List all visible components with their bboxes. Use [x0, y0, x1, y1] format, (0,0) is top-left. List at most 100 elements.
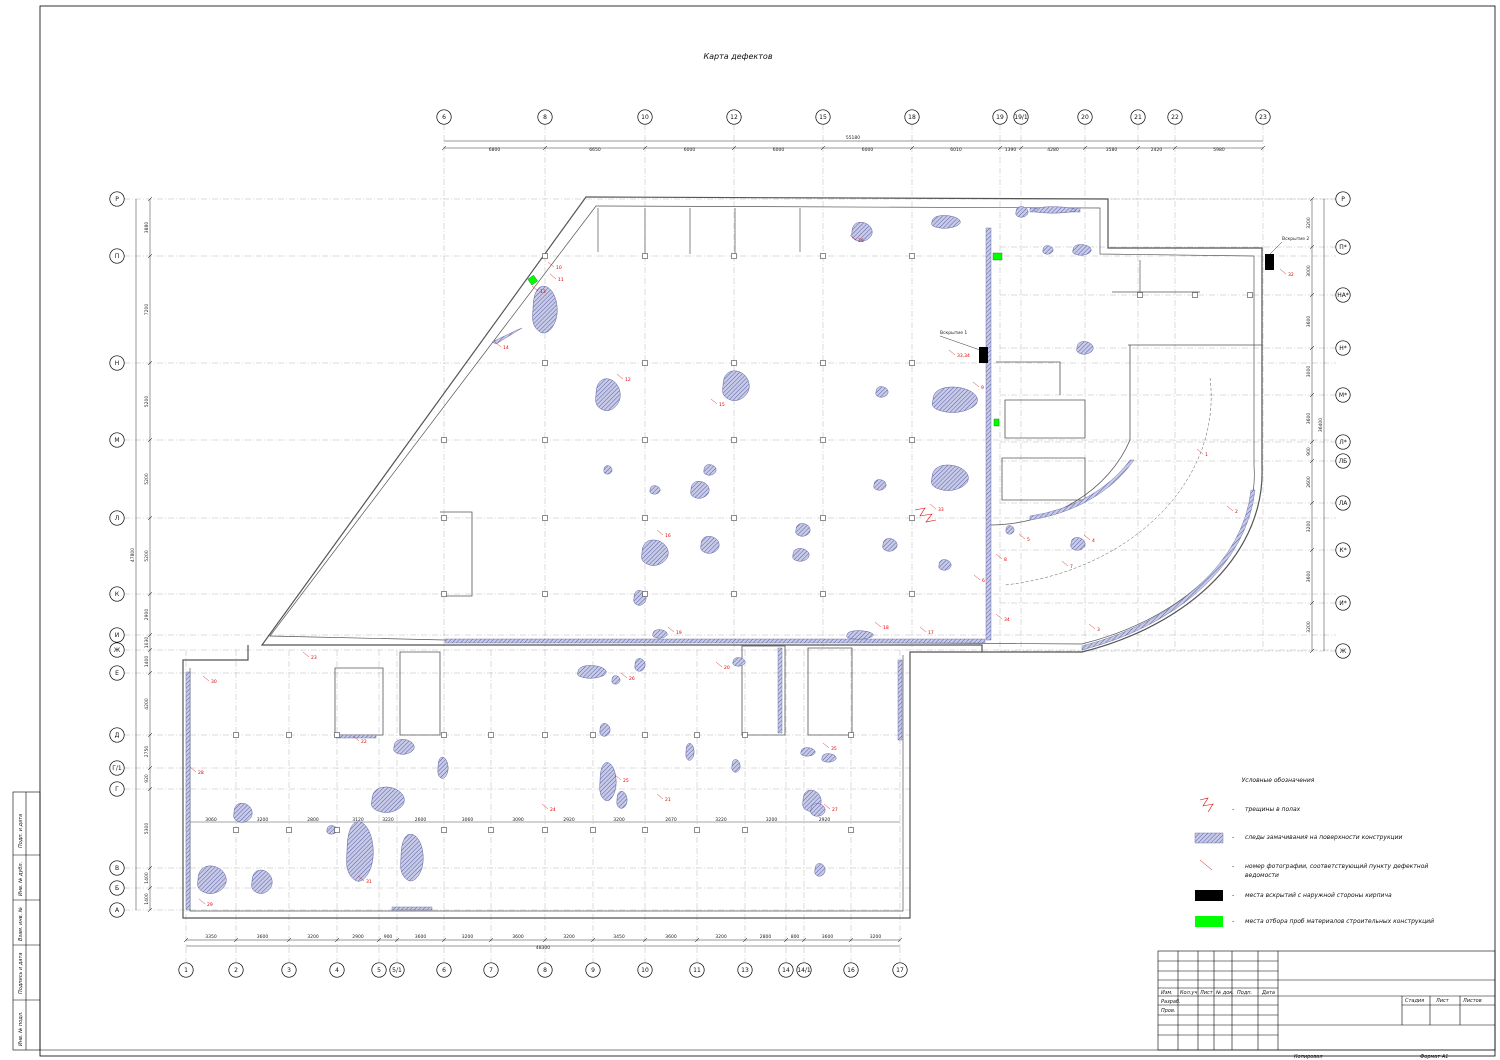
column-51	[1247, 292, 1253, 298]
column-32	[334, 732, 340, 738]
stamp-h5: Подп.	[1237, 990, 1252, 996]
wet-wall-east	[897, 659, 903, 741]
stain-14	[690, 481, 710, 499]
axis-top-11: 23	[1259, 114, 1267, 121]
column-1	[542, 360, 548, 366]
stain-4	[1072, 244, 1092, 256]
column-35	[441, 827, 447, 833]
legend-item-2: следы замачивания на поверхности констру…	[1245, 834, 1403, 841]
opening-2-marker	[1265, 254, 1274, 270]
axis-top-10: 22	[1171, 114, 1179, 121]
note-leader-8	[972, 381, 980, 388]
dim-row-4: 3220	[382, 817, 394, 823]
stain-27	[652, 629, 668, 639]
dim-row-7: 3090	[512, 817, 524, 823]
building-walls	[182, 196, 1263, 919]
column-22	[909, 437, 915, 443]
note-26: 27	[832, 807, 838, 813]
dim-left-9: 2750	[144, 746, 150, 758]
column-39	[542, 827, 548, 833]
column-24	[909, 591, 915, 597]
note-leader-35	[822, 742, 830, 749]
axis-right-5: Л*	[1339, 439, 1347, 446]
note-leader-2	[1088, 623, 1096, 630]
stain-35	[685, 743, 695, 761]
note-11: 12	[625, 377, 631, 383]
note-22: 23	[311, 655, 317, 661]
note-leader-34	[995, 613, 1003, 620]
axis-top-2: 10	[641, 114, 649, 121]
axis-left-4: Л	[115, 515, 120, 522]
note-24: 25	[623, 778, 629, 784]
legend-black-symbol	[1195, 890, 1223, 901]
note-leader-15	[656, 529, 664, 536]
dim-row-2: 2800	[307, 817, 319, 823]
column-7	[642, 437, 648, 443]
legend-item-4: места вскрытий с наружной стороны кирпич…	[1245, 892, 1392, 899]
opening-2-leader	[1267, 241, 1283, 257]
top-rooms	[597, 208, 1200, 293]
column-12	[731, 437, 737, 443]
note-29: 30	[211, 679, 217, 685]
axis-right-0: Р	[1341, 196, 1345, 203]
stain-15	[649, 485, 661, 495]
wet-wall-diagonal	[491, 327, 523, 345]
core-stair	[996, 361, 1086, 501]
note-12: 13	[540, 289, 546, 295]
column-21	[909, 360, 915, 366]
column-8	[642, 515, 648, 521]
dim-top-1: 6650	[589, 147, 601, 153]
stamp-r2: Пров.	[1161, 1008, 1176, 1014]
legend-dash-2: -	[1232, 834, 1234, 841]
axis-bottom-2: 3	[287, 967, 291, 974]
legend-crack-symbol	[1199, 797, 1214, 813]
legend-dash-4: -	[1232, 892, 1234, 899]
column-49	[848, 827, 854, 833]
dim-top-total: 55180	[846, 135, 860, 141]
note-25: 26	[629, 676, 635, 682]
stain-49	[800, 747, 816, 757]
column-18	[820, 515, 826, 521]
legend-hatch-symbol	[1194, 832, 1224, 844]
wet-wall-shaft	[777, 647, 783, 734]
dim-top-7: 4280	[1047, 147, 1059, 153]
wet-wall-stair	[335, 734, 377, 739]
note-35: 35	[831, 746, 837, 752]
side-field-4: Подпись и дата	[18, 953, 24, 994]
crack-symbol	[914, 507, 937, 523]
column-47	[742, 827, 748, 833]
column-40	[590, 732, 596, 738]
axis-left-12: В	[115, 865, 119, 872]
note-31: 32	[1288, 272, 1294, 278]
axis-bottom-14: 14/1	[797, 967, 811, 974]
axis-bottom-10: 10	[641, 967, 649, 974]
dim-row-12: 3200	[766, 817, 778, 823]
column-45	[694, 827, 700, 833]
legend-item-3-text: номер фотографии, соответствующий пункту…	[1245, 863, 1428, 870]
stain-30	[634, 658, 646, 672]
stamp-r1: Разраб.	[1161, 999, 1181, 1005]
note-0: 1	[1205, 452, 1208, 458]
note-leader-28	[198, 898, 206, 905]
axis-left-3: М	[114, 437, 119, 444]
dim-left-13: 1400	[144, 893, 150, 905]
dim-bottom-2: 3200	[307, 934, 319, 940]
note-leader-20	[656, 793, 664, 800]
dim-row-13: 2920	[819, 817, 831, 823]
column-9	[642, 591, 648, 597]
column-19	[820, 591, 826, 597]
stamp-h1: Изм.	[1161, 990, 1173, 996]
axis-top-3: 12	[730, 114, 738, 121]
column-14	[731, 591, 737, 597]
stain-1	[931, 215, 961, 229]
stain-21	[938, 559, 952, 571]
dim-row-9: 3200	[613, 817, 625, 823]
stain-8	[722, 370, 750, 401]
dim-left-10: 920	[144, 774, 150, 783]
note-leader-17	[874, 621, 882, 628]
note-2: 3	[1097, 627, 1100, 633]
dim-top-0: 6800	[489, 147, 501, 153]
stamp-stage: Стадия	[1405, 998, 1424, 1004]
note-leader-32	[929, 503, 937, 510]
note-33: 33,34	[957, 353, 970, 359]
